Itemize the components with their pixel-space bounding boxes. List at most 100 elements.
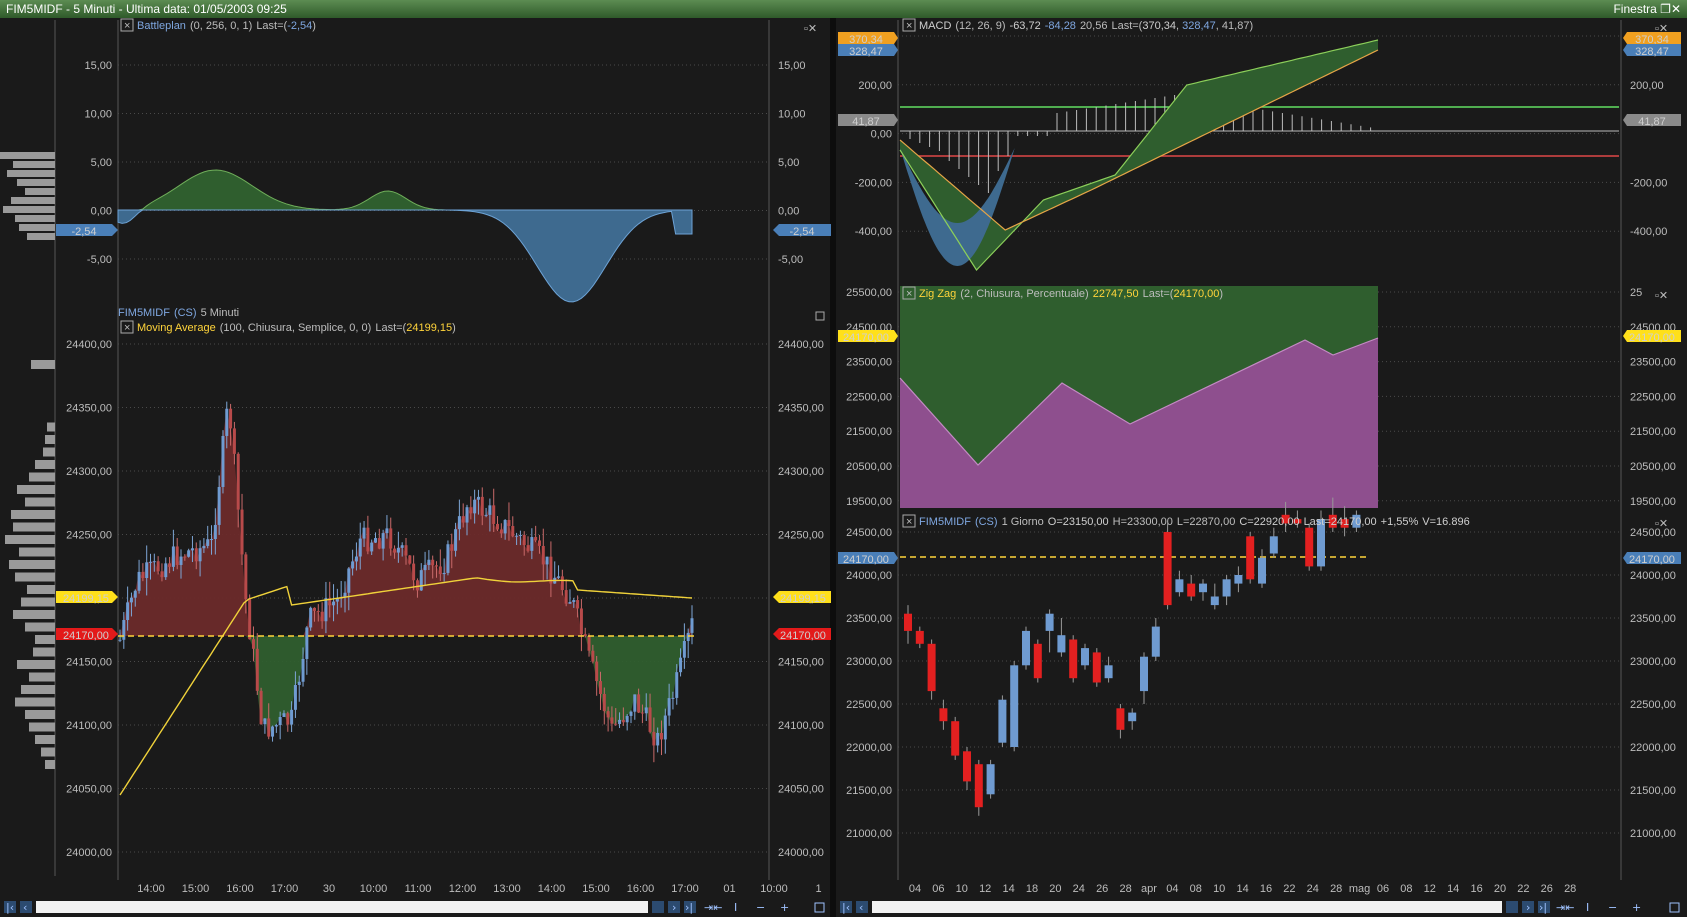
x-tick-label: 06	[932, 883, 944, 895]
restore-icon[interactable]: ❐	[1660, 2, 1671, 16]
zoom-out-icon[interactable]: −	[1608, 901, 1617, 914]
zoom-fit-icon[interactable]: ⇥⇤	[1556, 901, 1574, 914]
daily-candle-body	[1010, 665, 1019, 747]
volume-profile-bar	[3, 206, 55, 213]
macd-legend: MACD (12, 26, 9) -63,72 -84,28 20,56 Last=(37…	[919, 20, 1253, 32]
y-tick-label: 24000,00	[1630, 570, 1676, 582]
intraday-candle-body	[682, 640, 686, 658]
y-tick-label: 24000,00	[778, 847, 824, 859]
y-tick-label: 21500,00	[846, 426, 892, 438]
left-panel	[0, 18, 830, 900]
intraday-candle-body	[530, 537, 534, 551]
intraday-candle-body	[576, 600, 580, 609]
intraday-candle-body	[385, 528, 389, 534]
intraday-candle-body	[518, 535, 522, 537]
y-tick-label: 21000,00	[1630, 828, 1676, 840]
left-scroll-back-button[interactable]	[652, 901, 664, 913]
zigzag-panel-controls[interactable]: ▫✕	[1655, 290, 1668, 302]
price-badge-right: 24170,00	[773, 628, 831, 642]
intraday-candle-body	[431, 559, 435, 566]
left-scroll-track[interactable]	[36, 901, 648, 913]
intraday-candle-body	[427, 559, 431, 565]
intraday-candle-body	[690, 618, 694, 633]
intraday-candle-body	[515, 535, 519, 537]
x-tick-label: 04	[909, 883, 921, 895]
intraday-candle-body	[221, 435, 225, 487]
zigzag-close-x-icon[interactable]: ×	[906, 288, 912, 300]
volume-profile-bar	[21, 685, 55, 694]
first-icon[interactable]: |‹	[842, 901, 850, 914]
cursor-icon[interactable]: I	[1586, 901, 1589, 914]
next-icon[interactable]: ›	[672, 901, 676, 914]
macd-badge-grey: 41,87	[838, 114, 898, 128]
x-tick-label: 26	[1096, 883, 1108, 895]
intraday-candle-body	[465, 507, 469, 523]
intraday-candle-body	[469, 507, 473, 514]
prev-icon[interactable]: ‹	[859, 901, 863, 914]
volume-profile-bar	[43, 447, 55, 457]
intraday-candle-body	[366, 527, 370, 552]
volume-profile-bar	[21, 597, 55, 607]
zoom-out-icon[interactable]: −	[756, 901, 765, 914]
first-icon[interactable]: |‹	[6, 901, 14, 914]
cursor-icon[interactable]: I	[734, 901, 737, 914]
intraday-candle-body	[656, 732, 660, 746]
x-tick-label: 28	[1330, 883, 1342, 895]
intraday-candle-body	[637, 694, 641, 713]
intraday-candle-body	[274, 725, 278, 727]
intraday-candle-body	[534, 537, 538, 541]
intraday-candle-body	[442, 572, 446, 575]
intraday-candle-body	[412, 563, 416, 581]
y-tick-label: 5,00	[91, 157, 112, 169]
daily-candle-body	[1258, 557, 1266, 584]
daily-close-x-icon[interactable]: ×	[906, 516, 912, 528]
volume-profile-bar	[29, 722, 55, 732]
svg-text:328,47: 328,47	[1635, 46, 1669, 58]
daily-badge-right: 24170,00	[1623, 552, 1681, 566]
daily-panel-controls[interactable]: ▫✕	[1655, 518, 1668, 530]
volume-profile-bar	[47, 422, 55, 432]
intraday-candle-body	[301, 658, 305, 682]
intraday-candle-body	[610, 717, 614, 724]
y-tick-label: 24000,00	[66, 847, 112, 859]
intraday-candle-body	[320, 611, 324, 622]
macd-close-x-icon[interactable]: ×	[906, 20, 912, 32]
right-scroll-track[interactable]	[872, 901, 1502, 913]
x-tick-label: 26	[1541, 883, 1553, 895]
y-tick-label: 23000,00	[846, 656, 892, 668]
finestra-menu-label[interactable]: Finestra	[1613, 2, 1656, 16]
y-tick-label: 0,00	[91, 206, 112, 218]
intraday-candle-body	[232, 428, 236, 454]
window-menu[interactable]: Finestra ❐✕	[1613, 0, 1681, 18]
prev-icon[interactable]: ‹	[23, 901, 27, 914]
intraday-candle-body	[511, 526, 515, 537]
x-tick-label: 30	[323, 883, 335, 895]
intraday-candle-body	[659, 732, 663, 740]
zigzag-badge-left: 24170,00	[838, 330, 898, 344]
daily-candle-body	[1246, 536, 1255, 580]
left-scrollbar[interactable]: |‹ ‹ › ›| ⇥⇤ I − +	[0, 898, 830, 917]
intraday-candle-body	[316, 610, 320, 612]
right-scrollbar[interactable]: |‹ ‹ › ›| ⇥⇤ I − +	[836, 898, 1687, 917]
volume-profile-bar	[27, 233, 55, 240]
right-scroll-back-button[interactable]	[1506, 901, 1518, 913]
volume-profile-bar	[45, 760, 55, 769]
intraday-candle-body	[541, 545, 545, 565]
ma-close-x-icon[interactable]: ×	[124, 322, 130, 334]
zoom-fit-icon[interactable]: ⇥⇤	[704, 901, 722, 914]
zoom-in-icon[interactable]: +	[780, 901, 789, 914]
intraday-candle-body	[595, 661, 599, 682]
battleplan-close-x-icon[interactable]: ×	[124, 20, 130, 32]
last-icon[interactable]: ›|	[1539, 901, 1547, 914]
battleplan-panel-controls[interactable]: ▫✕	[804, 23, 817, 35]
intraday-candle-body	[587, 635, 591, 651]
last-icon[interactable]: ›|	[685, 901, 693, 914]
next-icon[interactable]: ›	[1526, 901, 1530, 914]
zoom-in-icon[interactable]: +	[1632, 901, 1641, 914]
x-tick-label: 28	[1564, 883, 1576, 895]
panel-splitter[interactable]	[830, 18, 836, 917]
daily-candle-body	[904, 613, 912, 631]
close-icon[interactable]: ✕	[1671, 2, 1681, 16]
volume-profile-bar	[41, 747, 55, 757]
y-tick-label: 10,00	[778, 109, 806, 121]
